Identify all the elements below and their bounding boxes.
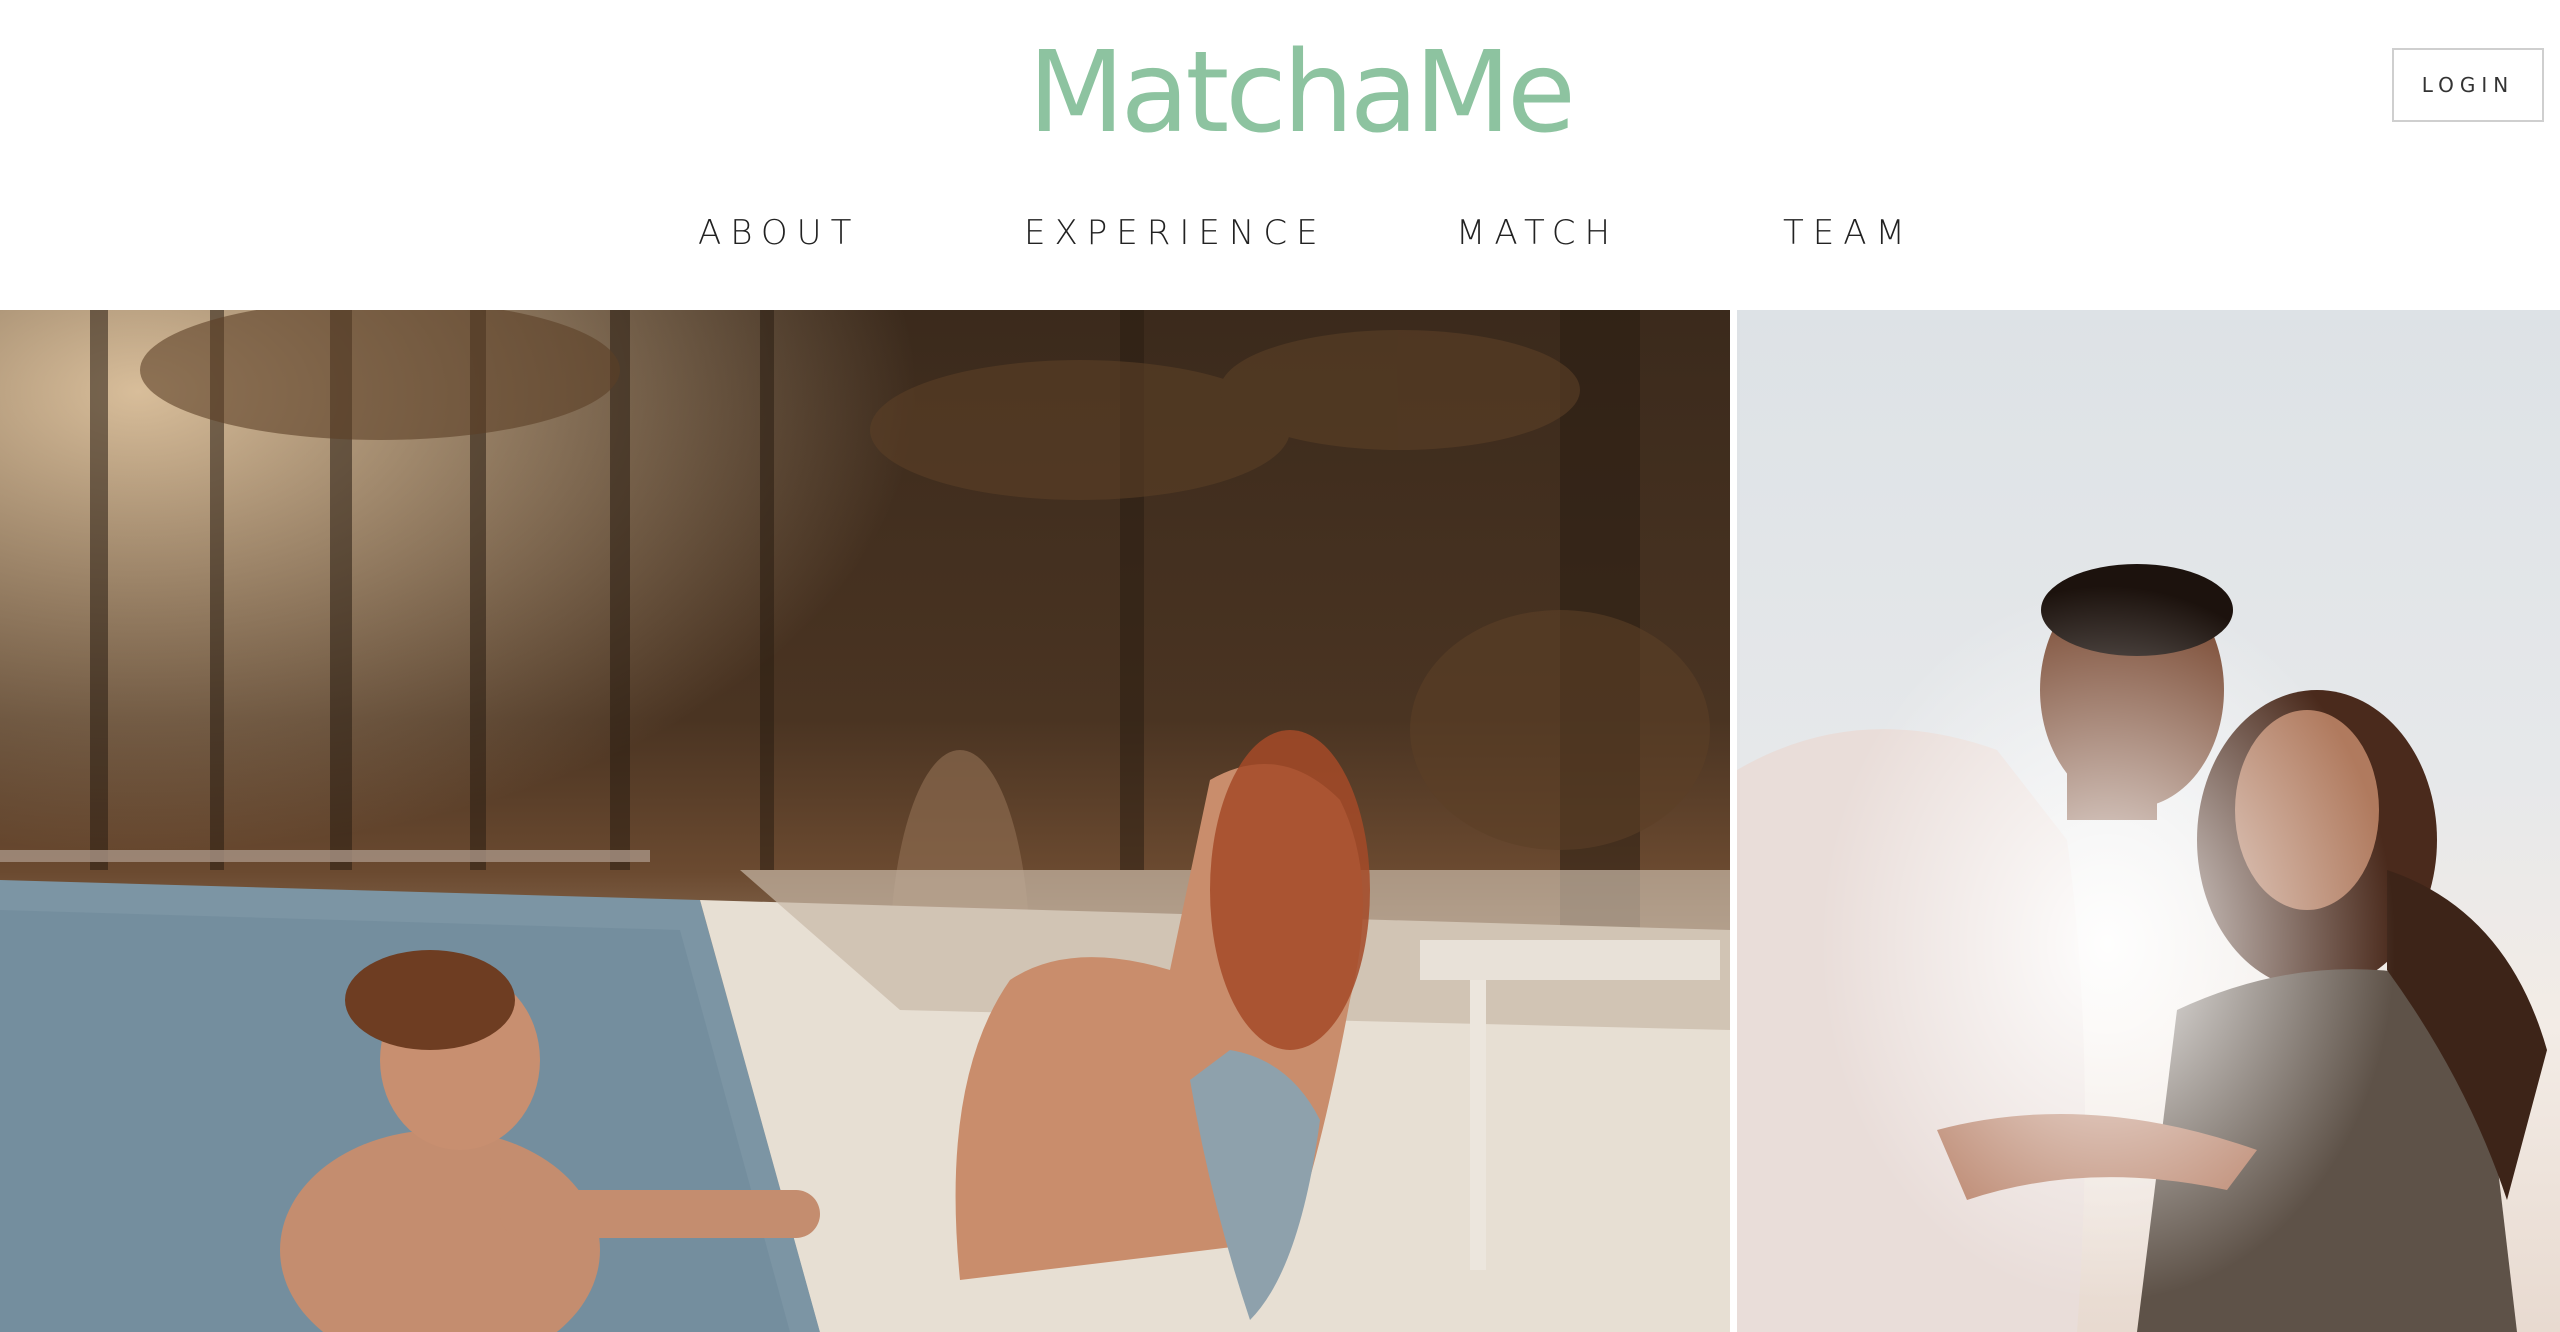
hero-gallery: [0, 310, 2560, 1332]
poolside-photo-illustration: [0, 310, 1730, 1332]
site-logo[interactable]: MatchaMe: [1028, 28, 1576, 158]
nav-item-about[interactable]: ABOUT: [698, 200, 860, 266]
couple-photo-illustration: [1737, 310, 2560, 1332]
site-header: MatchaMe LOGIN ABOUT EXPERIENCE MATCH TE…: [0, 0, 2560, 310]
login-button[interactable]: LOGIN: [2392, 48, 2544, 122]
poolside-couple-photo: [0, 310, 1730, 1332]
page: MatchaMe LOGIN ABOUT EXPERIENCE MATCH TE…: [0, 0, 2560, 1332]
nav-item-experience[interactable]: EXPERIENCE: [1024, 200, 1327, 266]
main-nav: ABOUT EXPERIENCE MATCH TEAM: [0, 200, 2560, 266]
embracing-couple-photo: [1737, 310, 2560, 1332]
nav-item-team[interactable]: TEAM: [1783, 200, 1914, 266]
nav-item-match[interactable]: MATCH: [1456, 200, 1619, 266]
